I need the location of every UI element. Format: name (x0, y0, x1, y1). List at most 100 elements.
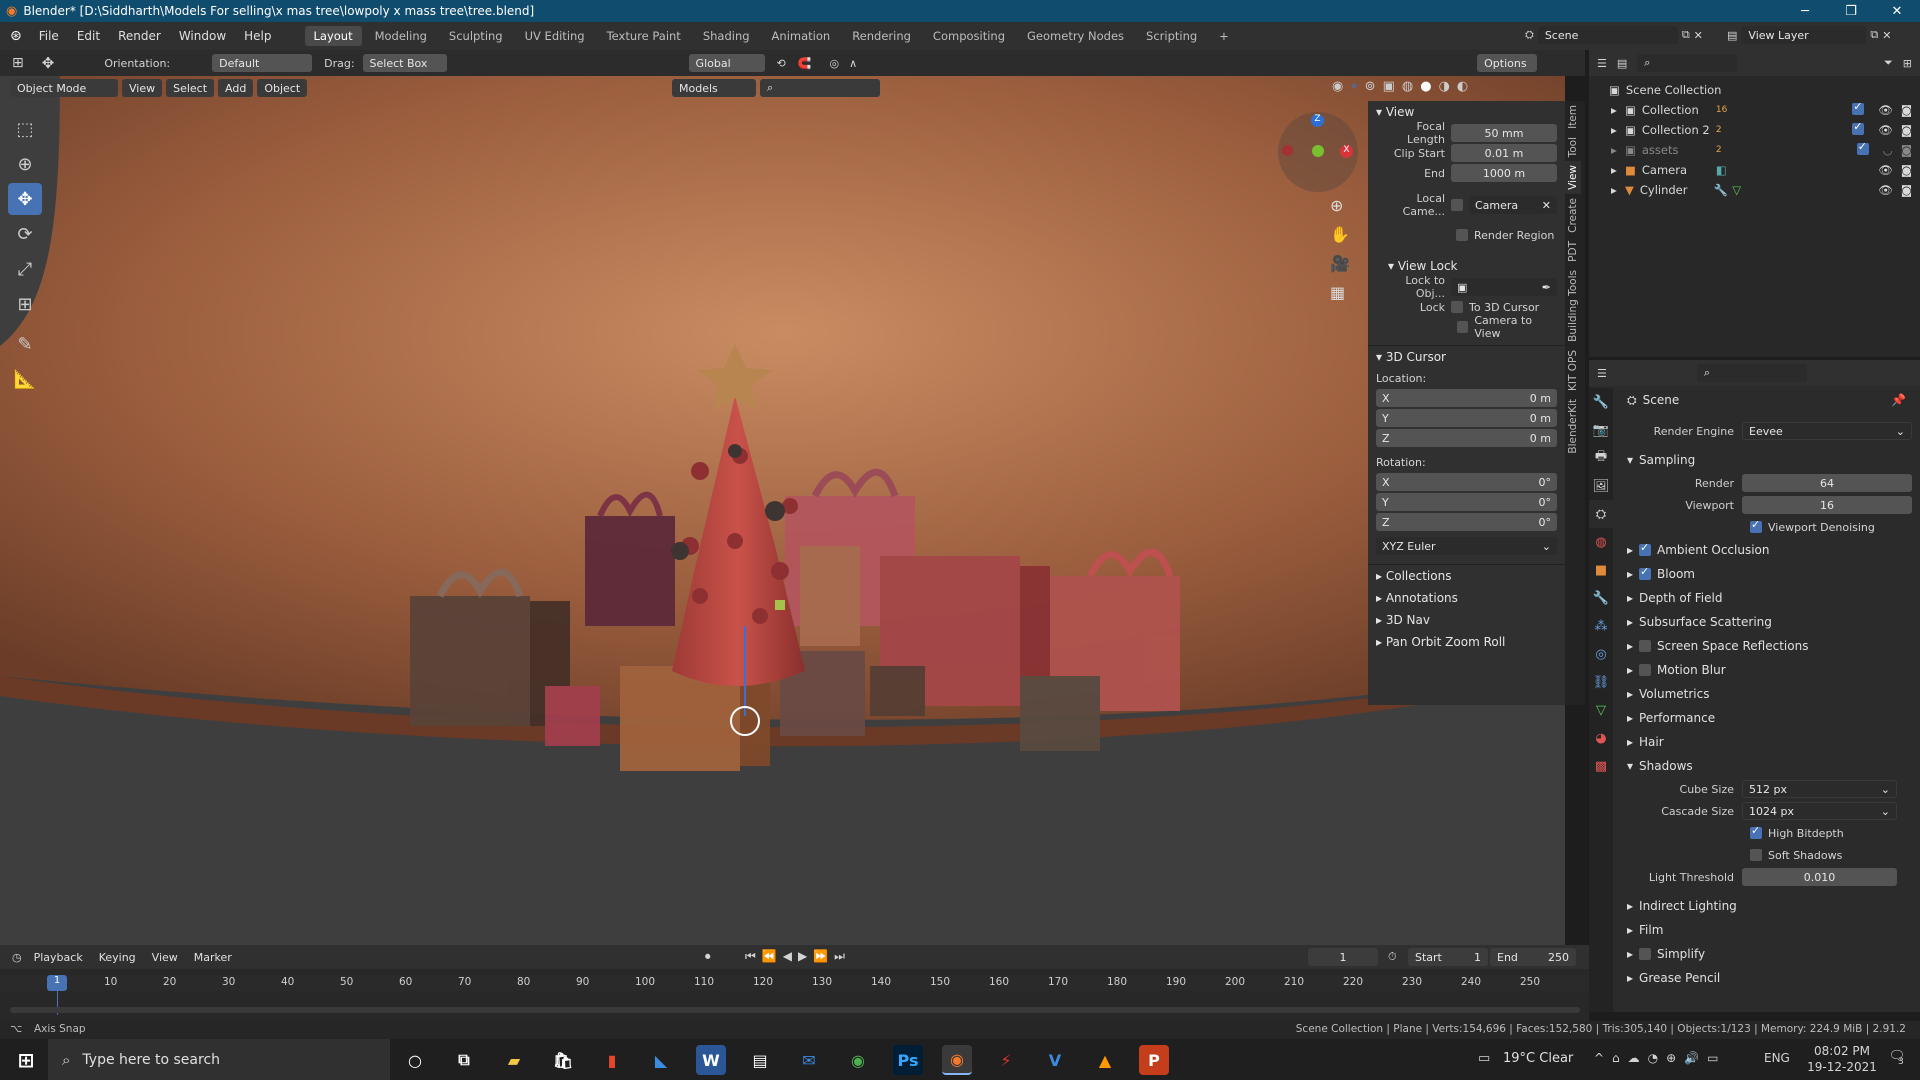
camera-view-icon[interactable]: 🎥 (1330, 254, 1350, 273)
object-props-icon[interactable]: ■ (1589, 556, 1613, 584)
solid-shading-icon[interactable]: ● (1420, 79, 1431, 94)
local-camera-checkbox[interactable] (1451, 199, 1463, 211)
collection-2-include-checkbox[interactable] (1852, 120, 1865, 135)
zoom-icon[interactable]: ⊕ (1330, 196, 1350, 215)
gizmo-icon[interactable]: ⌖ (1350, 79, 1357, 94)
timeline-scrollbar[interactable] (10, 1007, 1580, 1013)
tab-sculpting[interactable]: Sculpting (440, 26, 512, 46)
tab-blenderkit[interactable]: BlenderKit (1565, 395, 1581, 458)
expand-arrow-icon[interactable]: ▸ (1627, 899, 1633, 913)
expand-arrow-icon[interactable]: ▸ (1627, 687, 1633, 701)
outliner-editor-icon[interactable]: ☰ (1597, 57, 1607, 70)
tab-kit-ops[interactable]: KIT OPS (1565, 346, 1581, 395)
particles-props-icon[interactable]: ⁂ (1589, 612, 1613, 640)
tab-rendering[interactable]: Rendering (843, 26, 920, 46)
keying-menu[interactable]: Keying (95, 951, 140, 964)
new-collection-icon[interactable]: ⊞ (1903, 57, 1912, 70)
options-dropdown[interactable]: Options (1477, 54, 1538, 72)
eye-icon[interactable]: 👁 (1878, 163, 1893, 177)
tab-tool[interactable]: Tool (1565, 133, 1581, 161)
cursor-rotation-y[interactable]: Y 0° (1376, 493, 1557, 511)
snap-icon[interactable]: 🧲 (798, 57, 812, 70)
app-2-icon[interactable]: ⚡ (991, 1045, 1021, 1075)
rotate-tool-icon[interactable]: ⟳ (8, 218, 42, 250)
constraints-props-icon[interactable]: ⛓ (1589, 668, 1613, 696)
object-menu[interactable]: Object (257, 79, 308, 97)
cursor-rotation-x[interactable]: X 0° (1376, 473, 1557, 491)
section-bloom[interactable]: ▸ Bloom (1617, 562, 1920, 586)
tab-texture-paint[interactable]: Texture Paint (598, 26, 690, 46)
camera-render-icon[interactable]: ◙ (1901, 123, 1912, 137)
tab-layout[interactable]: Layout (304, 26, 362, 46)
notes-icon[interactable]: ▤ (745, 1045, 775, 1075)
expand-arrow-icon[interactable]: ▸ (1627, 971, 1633, 985)
expand-arrow-icon[interactable]: ▸ (1627, 639, 1633, 653)
store-icon[interactable]: 🛍 (548, 1045, 578, 1075)
move-tool-icon[interactable]: ✥ (32, 54, 65, 72)
view-menu[interactable]: View (122, 79, 163, 97)
physics-props-icon[interactable]: ◎ (1589, 640, 1613, 668)
task-view-icon[interactable]: ⧉ (449, 1045, 479, 1075)
playback-controls[interactable]: ⏮⏪◀▶⏩⏭ (745, 949, 851, 964)
transform-orientation-dropdown[interactable]: Global (688, 54, 765, 72)
outliner-root[interactable]: ▣ Scene Collection (1589, 80, 1920, 100)
scale-tool-icon[interactable]: ⤢ (8, 253, 42, 285)
tab-compositing[interactable]: Compositing (924, 26, 1014, 46)
marker-menu[interactable]: Marker (190, 951, 236, 964)
tab-animation[interactable]: Animation (763, 26, 840, 46)
world-props-icon[interactable]: ◍ (1589, 528, 1613, 556)
material-props-icon[interactable]: ◕ (1589, 724, 1613, 752)
sampling-header[interactable]: ▾ Sampling (1617, 448, 1920, 472)
neg-x-axis-icon[interactable] (1282, 145, 1293, 156)
object-mode-dropdown[interactable]: Object Mode (10, 79, 118, 97)
cube-size-dropdown[interactable]: 512 px ⌄ (1742, 780, 1897, 798)
expand-arrow-icon[interactable]: ▸ (1627, 711, 1633, 725)
viewport-denoising-checkbox[interactable] (1750, 518, 1762, 533)
app-3-icon[interactable]: V (1040, 1045, 1070, 1075)
end-frame-field[interactable]: End 250 (1490, 948, 1576, 966)
scene-props-icon[interactable]: ⛭ (1589, 500, 1613, 528)
asset-search-input[interactable]: ⌕ (760, 79, 880, 97)
clock[interactable]: 08:02 PM 19-12-2021 (1802, 1043, 1882, 1075)
clock-icon[interactable]: ⏱ (1388, 950, 1397, 964)
select-menu[interactable]: Select (166, 79, 215, 97)
mail-icon[interactable]: ✉ (794, 1045, 824, 1075)
rotation-mode-dropdown[interactable]: XYZ Euler ⌄ (1376, 537, 1557, 555)
cursor-location-y[interactable]: Y0 m (1376, 409, 1557, 427)
lock-3d-cursor-checkbox[interactable] (1451, 301, 1463, 313)
section-enable-checkbox[interactable] (1639, 664, 1652, 676)
weather-text[interactable]: 19°C Clear (1503, 1051, 1573, 1066)
tab-item[interactable]: Item (1565, 101, 1581, 133)
properties-editor-icon[interactable]: ☰ (1597, 367, 1607, 380)
pin-icon[interactable]: 📌 (1891, 393, 1920, 407)
tab-pdt[interactable]: PDT (1565, 237, 1581, 266)
outliner-row-cylinder[interactable]: ▸ ▼ Cylinder 🔧 ▽ 👁 ◙ (1589, 180, 1920, 200)
remove-scene-icon[interactable]: ✕ (1694, 29, 1703, 42)
blender-menu-icon[interactable]: ⊛ (0, 28, 30, 44)
material-shading-icon[interactable]: ◑ (1439, 79, 1450, 94)
cursor-location-x[interactable]: X0 m (1376, 389, 1557, 407)
current-frame-field[interactable]: 1 (1308, 948, 1378, 966)
clip-start-field[interactable]: 0.01 m (1451, 144, 1557, 162)
section-film[interactable]: ▸ Film (1617, 918, 1920, 942)
frame-ruler[interactable]: 1 10 20 30 40 50 60 70 80 90 100 110 120 130 140 150 16… (0, 975, 1589, 991)
xray-icon[interactable]: ▣ (1383, 79, 1395, 94)
tab-modeling[interactable]: Modeling (366, 26, 436, 46)
perspective-grid-icon[interactable]: ▦ (1330, 283, 1350, 302)
tab-building-tools[interactable]: Building Tools (1565, 266, 1581, 346)
pivot-icon[interactable]: ⟲ (777, 57, 786, 70)
outliner-search-input[interactable]: ⌕ (1637, 54, 1738, 72)
menu-file[interactable]: File (30, 29, 68, 43)
editor-type-icon[interactable]: ⊞ (0, 55, 32, 71)
minimize-button[interactable]: ─ (1782, 0, 1828, 22)
cascade-size-dropdown[interactable]: 1024 px ⌄ (1742, 802, 1897, 820)
collection-include-checkbox[interactable] (1852, 100, 1865, 115)
section-hair[interactable]: ▸ Hair (1617, 730, 1920, 754)
cursor-tool-icon[interactable]: ⊕ (8, 148, 42, 180)
new-view-layer-icon[interactable]: ⧉ (1870, 28, 1878, 42)
section-motion-blur[interactable]: ▸ Motion Blur (1617, 658, 1920, 682)
move-tool-button-icon[interactable]: ✥ (8, 183, 42, 215)
proportional-edit-icon[interactable]: ◎ (829, 57, 839, 70)
local-camera-field[interactable]: Camera ✕ (1469, 196, 1557, 214)
section-performance[interactable]: ▸ Performance (1617, 706, 1920, 730)
